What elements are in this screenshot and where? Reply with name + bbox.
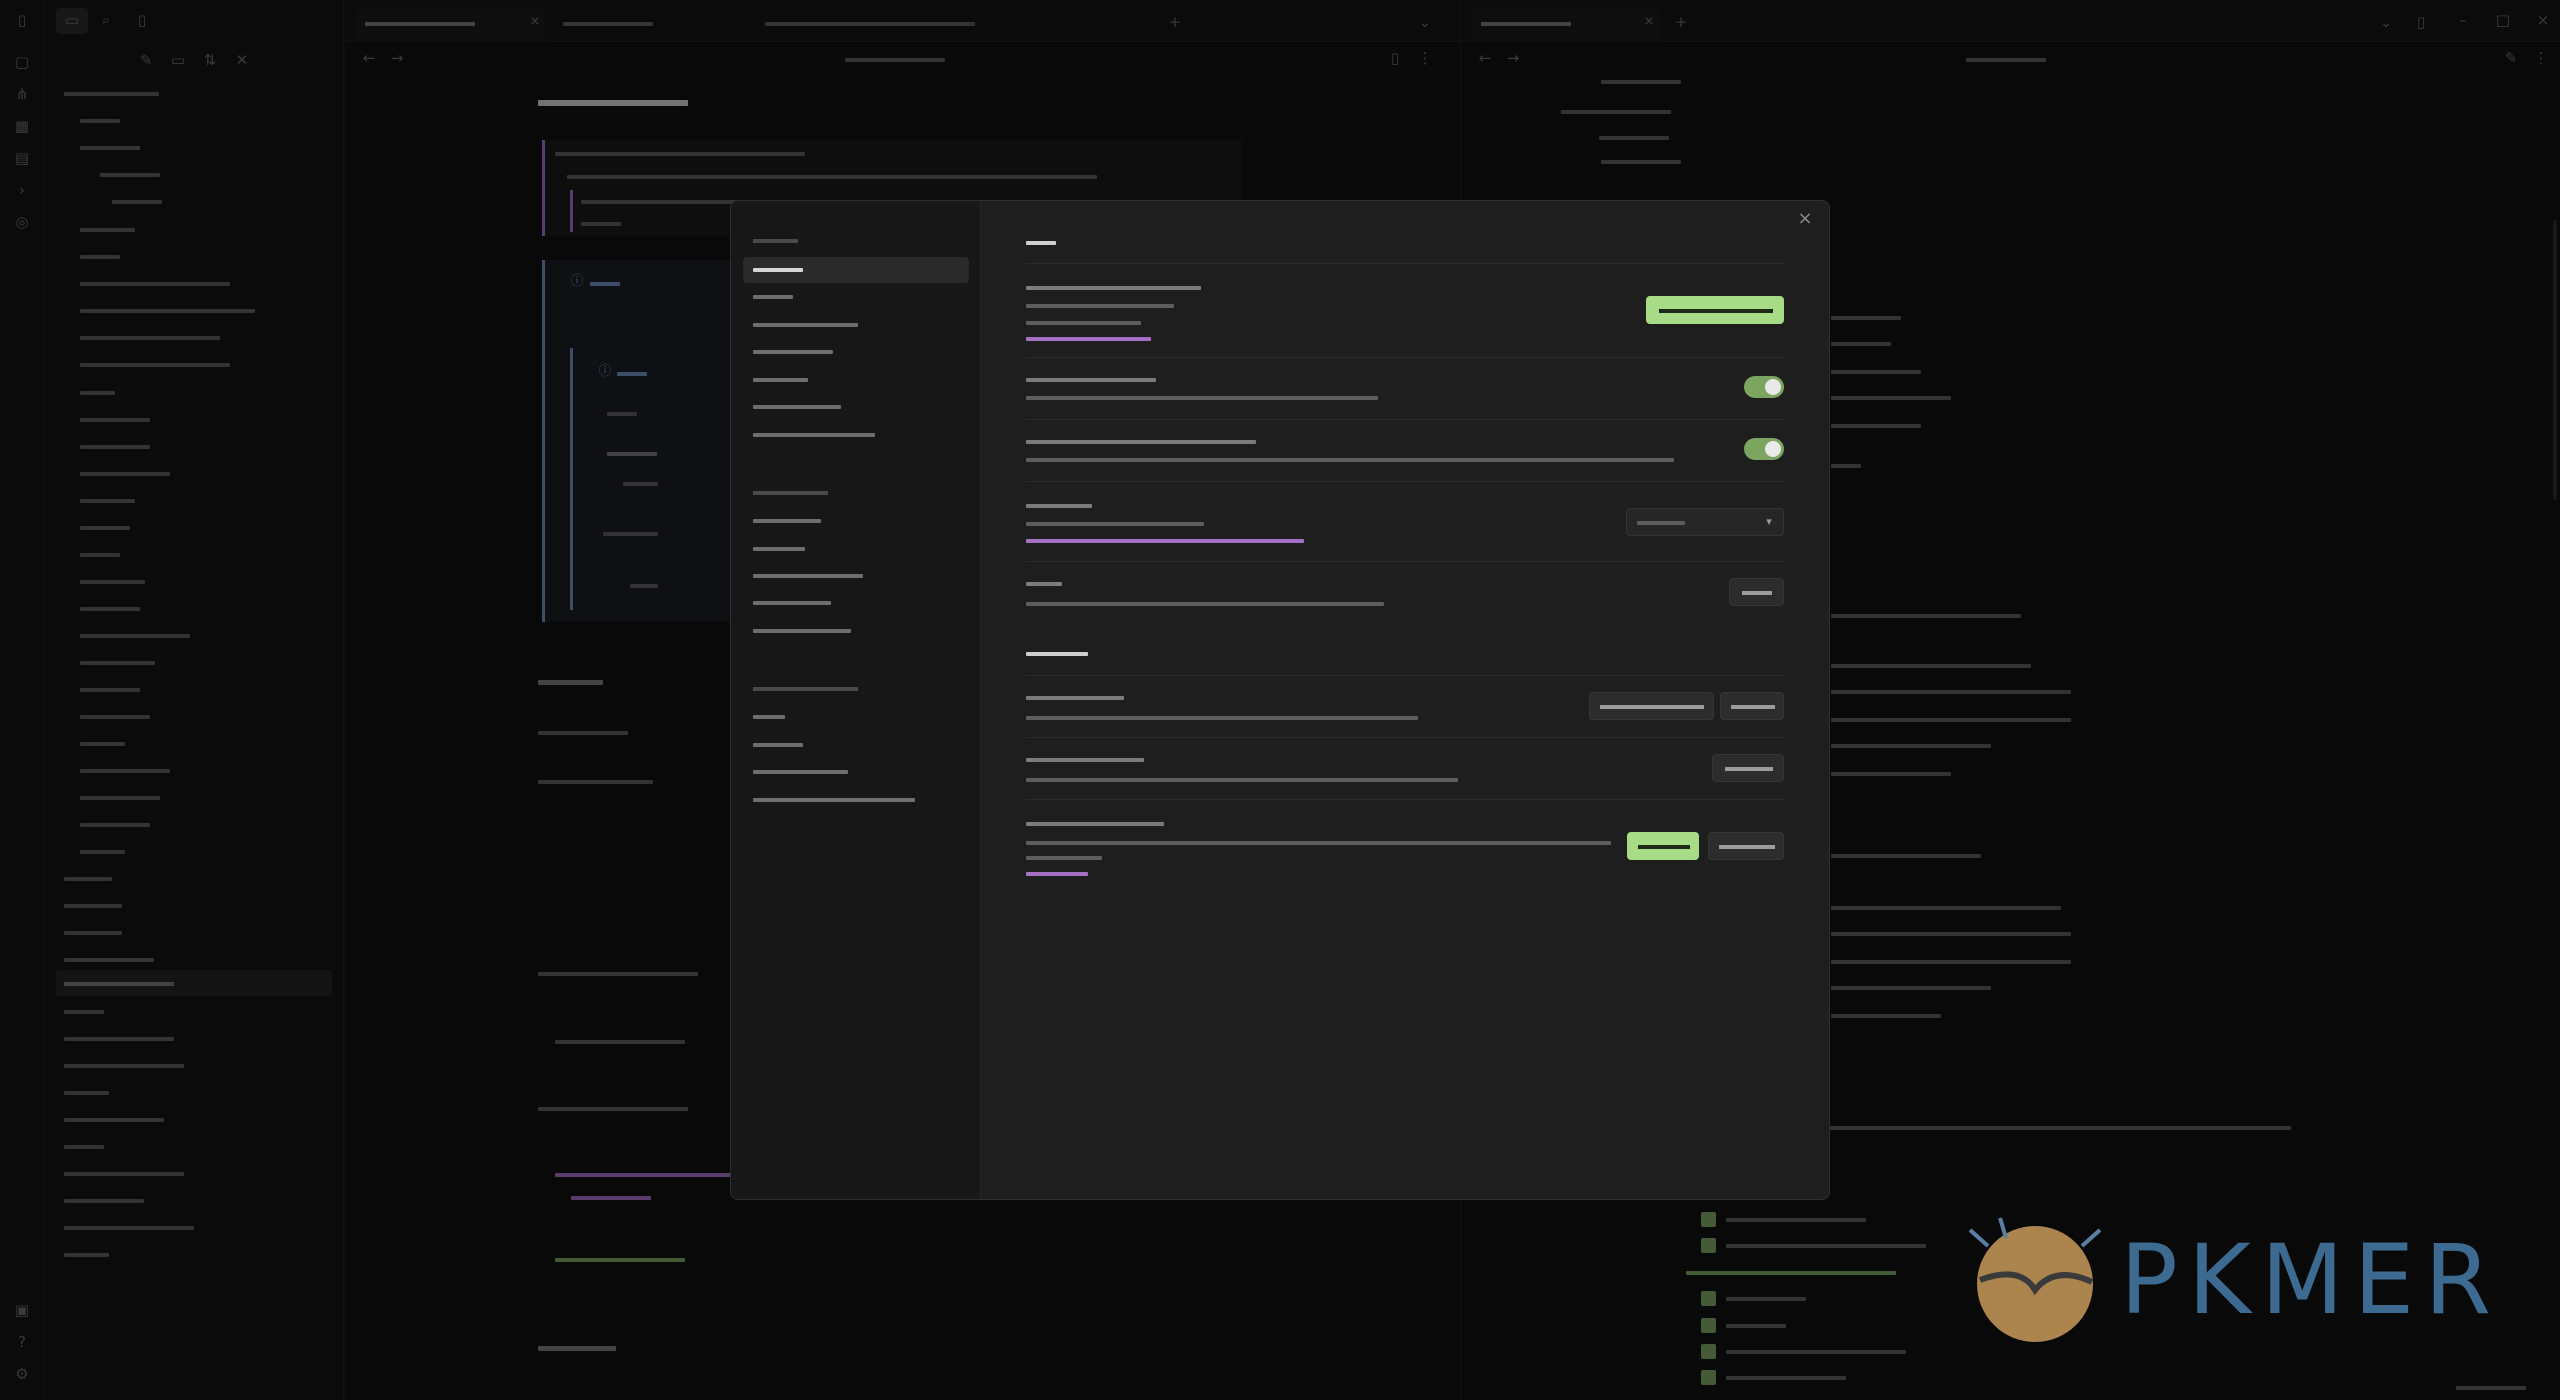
nav-item[interactable]: [743, 284, 969, 310]
setting-row: [1026, 799, 1784, 879]
chevron-down-icon: ▾: [1766, 515, 1772, 528]
setting-name: [1026, 504, 1092, 508]
toggle-switch-on[interactable]: [1744, 376, 1784, 398]
nav-item[interactable]: [743, 732, 969, 758]
nav-item[interactable]: [743, 422, 969, 448]
close-icon[interactable]: ×: [1795, 209, 1815, 229]
setting-description: [1026, 841, 1611, 845]
setting-description: [1026, 304, 1174, 308]
nav-item[interactable]: [743, 618, 969, 644]
action-button[interactable]: [1712, 754, 1784, 782]
nav-item[interactable]: [743, 508, 969, 534]
nav-item[interactable]: [743, 536, 969, 562]
settings-content: × ▾: [981, 201, 1829, 1199]
setting-row: [1026, 419, 1784, 481]
setting-description: [1026, 396, 1378, 400]
settings-subsection-title: [1026, 652, 1088, 656]
settings-section-title: [1026, 241, 1056, 245]
nav-section-header: [753, 239, 798, 243]
action-button[interactable]: [1708, 832, 1784, 860]
nav-item[interactable]: [743, 563, 969, 589]
setting-row: [1026, 561, 1784, 623]
setting-description: [1026, 602, 1384, 606]
nav-item[interactable]: [743, 339, 969, 365]
nav-item[interactable]: [743, 367, 969, 393]
setting-name: [1026, 440, 1256, 444]
toggle-switch-on[interactable]: [1744, 438, 1784, 460]
pkmer-watermark-logo: PKMER: [1960, 1210, 2520, 1350]
setting-row: [1026, 357, 1784, 419]
primary-action-button[interactable]: [1646, 296, 1784, 324]
setting-row: [1026, 675, 1784, 737]
settings-modal: × ▾: [730, 200, 1830, 1200]
setting-name: [1026, 696, 1124, 700]
nav-item[interactable]: [743, 787, 969, 813]
setting-name: [1026, 582, 1062, 586]
settings-nav: [731, 201, 981, 1199]
setting-row: [1026, 263, 1784, 357]
setting-description: [1026, 716, 1418, 720]
nav-section-header: [753, 491, 828, 495]
setting-description: [1026, 522, 1204, 526]
action-button[interactable]: [1729, 578, 1784, 606]
action-button[interactable]: [1589, 692, 1714, 720]
nav-item[interactable]: [743, 704, 969, 730]
nav-section-header: [753, 687, 858, 691]
setting-row: [1026, 737, 1784, 799]
action-button[interactable]: [1720, 692, 1784, 720]
nav-item[interactable]: [743, 312, 969, 338]
setting-name: [1026, 378, 1156, 382]
dropdown-value: [1637, 521, 1685, 525]
primary-action-button[interactable]: [1627, 832, 1699, 860]
setting-name: [1026, 286, 1201, 290]
nav-item[interactable]: [743, 759, 969, 785]
setting-link[interactable]: [1026, 539, 1304, 543]
nav-item[interactable]: [743, 590, 969, 616]
setting-description: [1026, 856, 1102, 860]
nav-item[interactable]: [743, 394, 969, 420]
setting-row: ▾: [1026, 481, 1784, 561]
setting-link[interactable]: [1026, 337, 1151, 341]
dropdown-select[interactable]: ▾: [1626, 508, 1784, 536]
setting-description: [1026, 321, 1141, 325]
setting-description: [1026, 778, 1458, 782]
setting-description: [1026, 458, 1674, 462]
pkmer-logo-icon: [1968, 1217, 2102, 1342]
watermark-text: PKMER: [2120, 1224, 2502, 1336]
setting-name: [1026, 758, 1144, 762]
nav-item-active[interactable]: [743, 257, 969, 283]
setting-link[interactable]: [1026, 872, 1088, 876]
setting-name: [1026, 822, 1164, 826]
